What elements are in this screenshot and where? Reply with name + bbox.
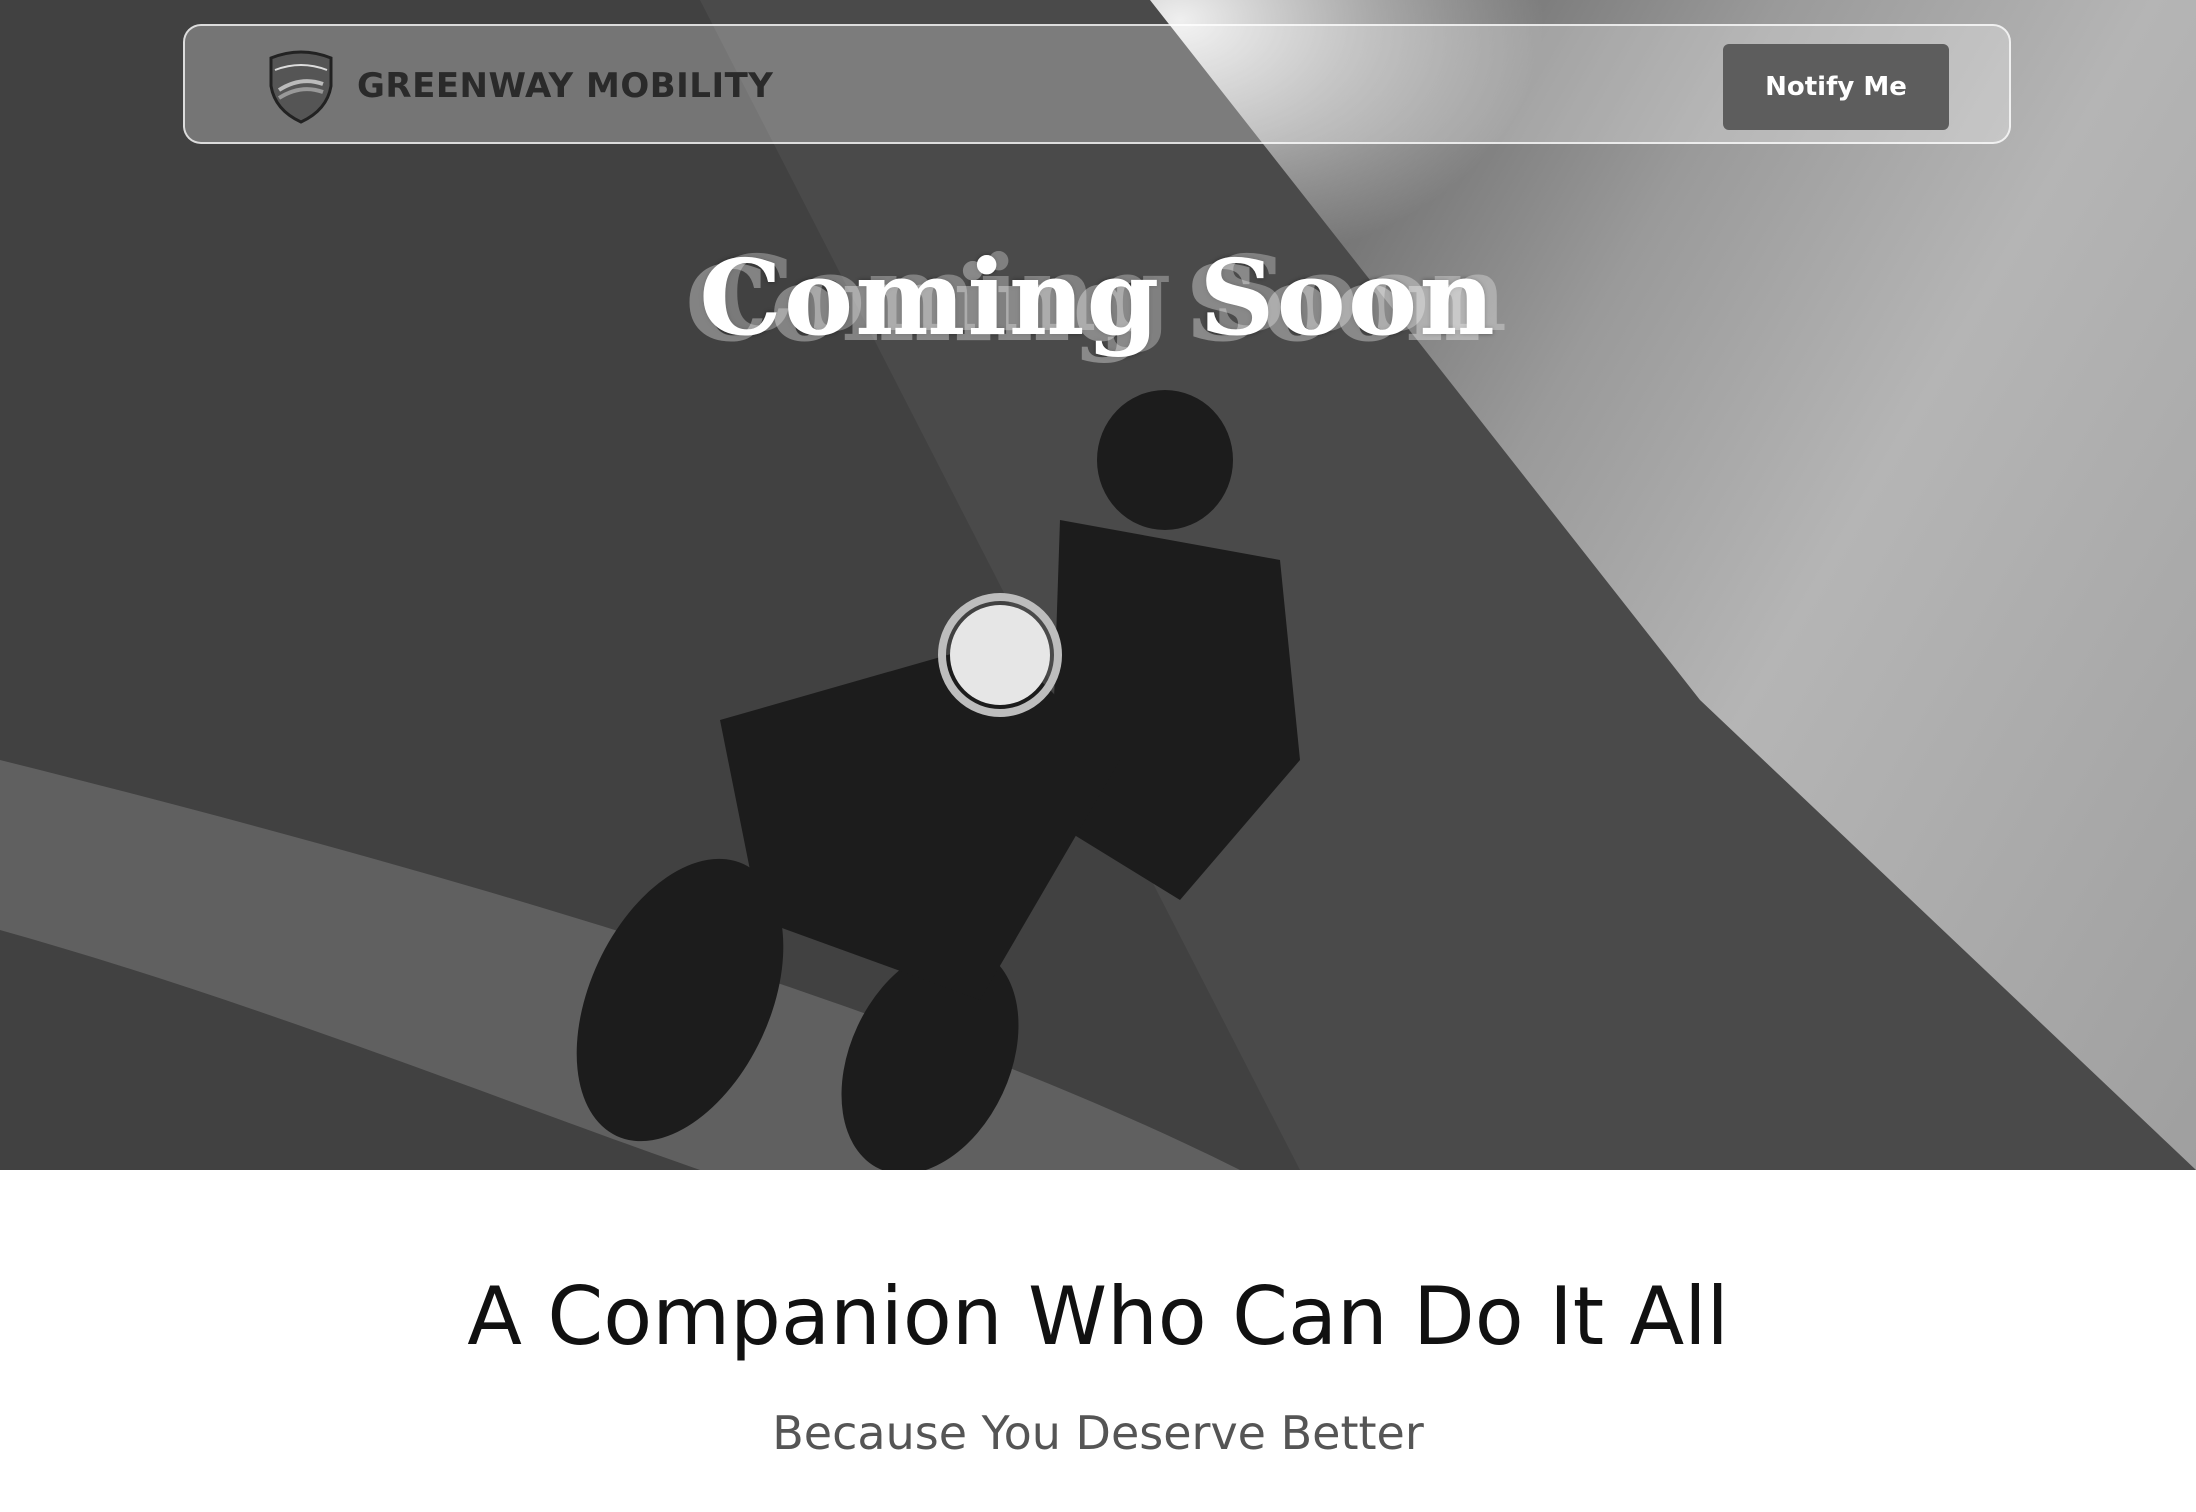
notify-me-button[interactable]: Notify Me (1723, 44, 1949, 130)
greenway-shield-logo-icon (269, 50, 333, 124)
section-subheadline: Because You Deserve Better (772, 1406, 1424, 1460)
hero-section: GREENWAY MOBILITY Notify Me Coming Soon (0, 0, 2196, 1170)
headlight (950, 605, 1050, 705)
section-headline: A Companion Who Can Do It All (467, 1270, 1729, 1363)
brand[interactable]: GREENWAY MOBILITY (261, 48, 773, 124)
hero-background-image (0, 0, 2196, 1170)
coming-soon-title: Coming Soon (699, 236, 1497, 359)
top-navbar: GREENWAY MOBILITY Notify Me (183, 24, 2011, 144)
brand-name: GREENWAY MOBILITY (357, 66, 774, 106)
